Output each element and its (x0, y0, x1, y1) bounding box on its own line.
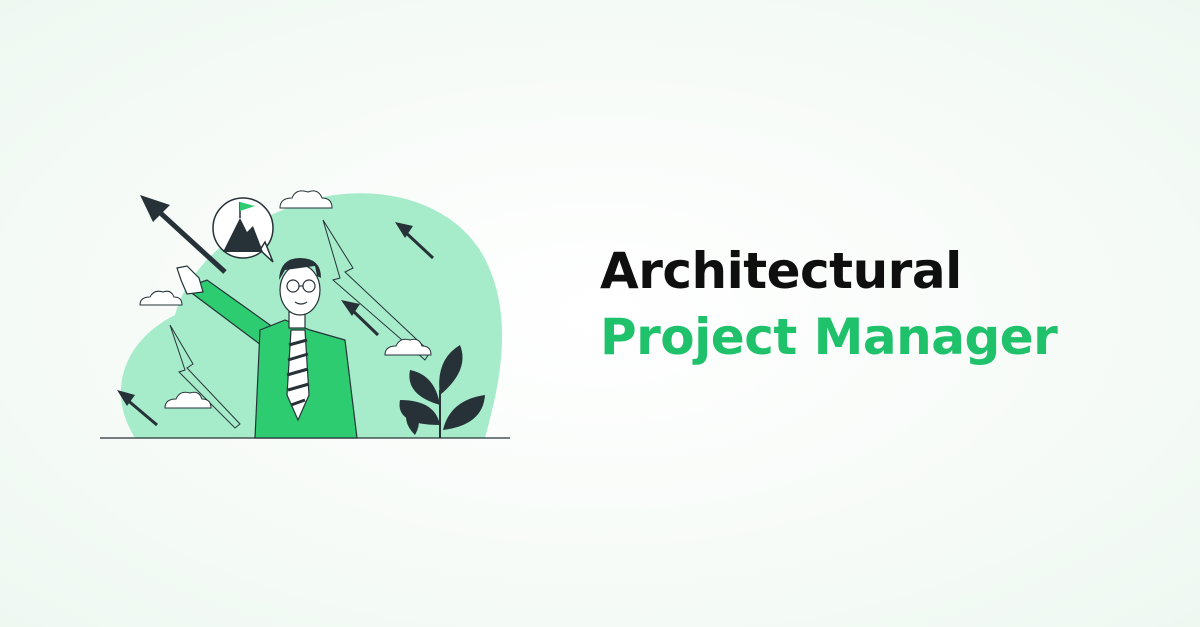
banner: Architectural Project Manager (0, 0, 1200, 627)
cloud-icon (279, 190, 333, 209)
cloud-icon (139, 290, 183, 306)
title-line-project-manager: Project Manager (600, 308, 1058, 366)
page-title: Architectural Project Manager (600, 238, 1160, 370)
title-line-architectural: Architectural (600, 242, 962, 300)
project-manager-illustration (100, 190, 510, 439)
arrow-icon (140, 195, 227, 274)
